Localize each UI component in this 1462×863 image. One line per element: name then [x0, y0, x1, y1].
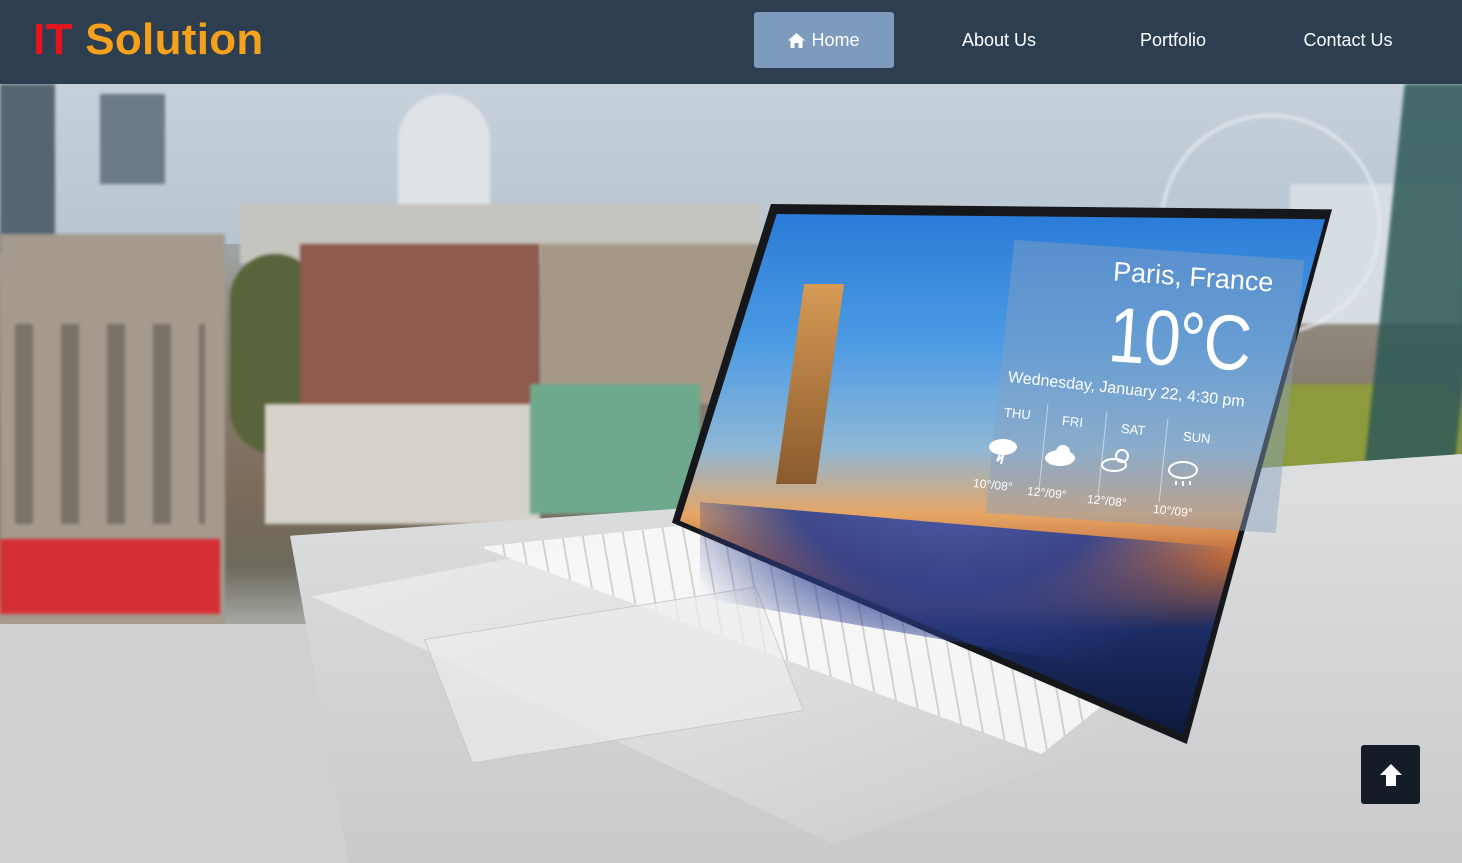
nav-contact-label: Contact Us — [1303, 30, 1393, 50]
partly-sunny-icon — [1101, 449, 1129, 472]
nav-about-us[interactable]: About Us — [940, 12, 1058, 68]
background-building — [530, 384, 700, 514]
nav-portfolio[interactable]: Portfolio — [1116, 12, 1230, 68]
background-building — [300, 244, 540, 414]
brand-part-1: IT — [33, 15, 73, 64]
forecast-day: THU — [1003, 404, 1032, 423]
nav-portfolio-label: Portfolio — [1139, 30, 1207, 50]
forecast-day: FRI — [1061, 412, 1084, 431]
arrow-up-icon — [1379, 763, 1402, 786]
forecast-day: SUN — [1182, 428, 1212, 447]
thunderstorm-icon — [989, 439, 1017, 464]
nav-about-label: About Us — [961, 30, 1037, 50]
background-tower — [0, 84, 55, 254]
forecast-day: SAT — [1120, 420, 1147, 439]
weather-temperature: 10°C — [1105, 289, 1253, 388]
nav-contact-us[interactable]: Contact Us — [1280, 12, 1416, 68]
scroll-to-top-button[interactable] — [1361, 745, 1420, 804]
home-icon — [788, 33, 806, 48]
background-windows — [15, 324, 205, 524]
nav-home-label: Home — [811, 30, 860, 50]
nav-home[interactable]: Home — [754, 12, 894, 68]
rain-icon — [1168, 461, 1198, 486]
background-red-awning — [0, 539, 220, 614]
hero-image: Paris, France 10°C Wednesday, January 22… — [0, 84, 1462, 863]
site-logo[interactable]: IT Solution — [33, 14, 264, 66]
background-building — [265, 404, 540, 524]
navbar: IT Solution Home About Us Portfolio Cont… — [0, 0, 1462, 84]
background-tower — [100, 94, 165, 184]
cloud-icon — [1045, 445, 1075, 466]
brand-part-2: Solution — [85, 15, 264, 64]
